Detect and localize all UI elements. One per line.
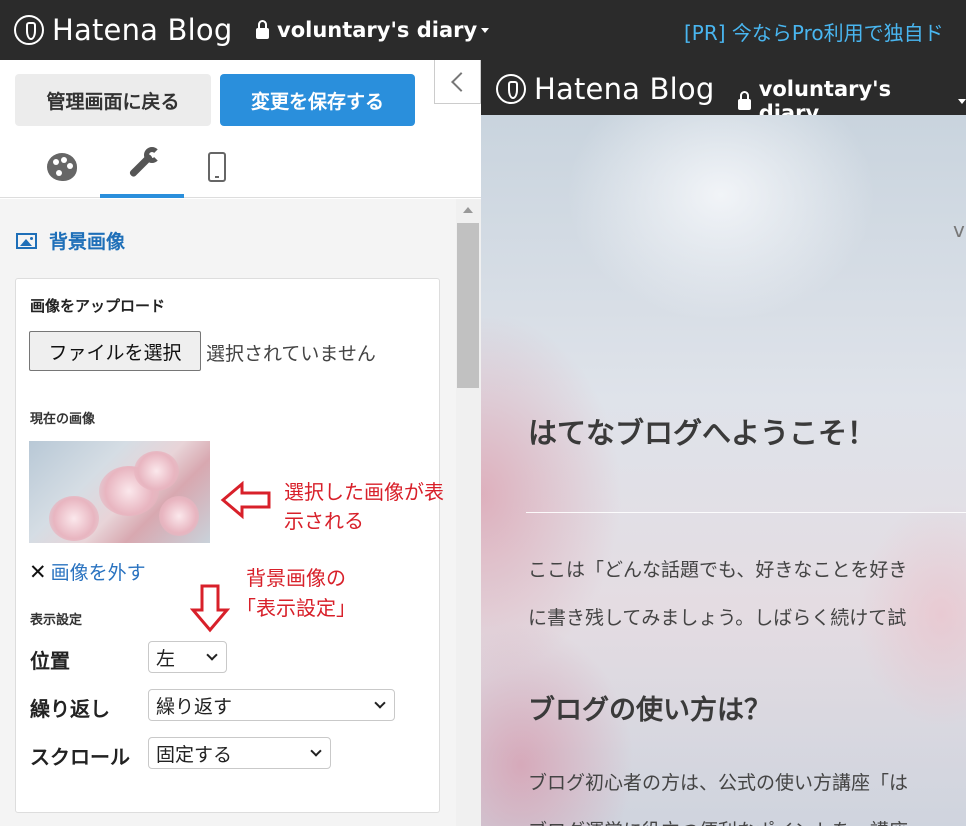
preview-logo-text: Hatena Blog — [534, 72, 715, 106]
choose-file-button[interactable]: ファイルを選択 — [29, 331, 201, 371]
left-arrow-annotation-icon — [220, 480, 271, 520]
preview-background: v はてなブログへようこそ！ ここは「どんな話題でも、好きなことを好き に書き残… — [481, 115, 966, 826]
panel-scrollbar[interactable] — [456, 199, 481, 826]
current-image-label: 現在の画像 — [30, 412, 96, 427]
background-image-card: 画像をアップロード ファイルを選択 選択されていません 現在の画像 ✕ 画像を外… — [15, 278, 440, 813]
pen-nib-icon — [14, 15, 44, 45]
tab-smartphone[interactable] — [175, 136, 259, 198]
chevron-down-icon — [310, 745, 322, 757]
customize-panel: 管理画面に戻る 変更を保存する 背景画像 画像をアップロード ファイルを選択 選… — [0, 60, 481, 826]
close-icon: ✕ — [29, 559, 47, 584]
repeat-value: 繰り返す — [156, 695, 233, 718]
display-settings-label: 表示設定 — [30, 613, 83, 628]
repeat-select[interactable]: 繰り返す — [148, 689, 395, 721]
scrollbar-thumb[interactable] — [457, 223, 479, 388]
blog-preview: Hatena Blog voluntary's diary v はてなブログへよ… — [481, 60, 966, 826]
scroll-label: スクロール — [30, 745, 130, 769]
chevron-down-icon — [206, 649, 218, 661]
background-image-section-header[interactable]: 背景画像 — [16, 227, 125, 254]
display-annotation-line2: 「表示設定」 — [236, 596, 356, 620]
current-image-thumbnail — [29, 441, 210, 543]
image-annotation-line2: 示される — [284, 509, 364, 533]
remove-image-label: 画像を外す — [50, 562, 146, 584]
preview-paragraph-1-line-2: に書き残してみましょう。しばらく続けて試 — [528, 607, 907, 629]
image-annotation-line1: 選択した画像が表 — [284, 480, 444, 504]
preview-divider — [526, 512, 966, 513]
promo-link[interactable]: [PR] 今ならPro利用で独自ド — [684, 17, 944, 46]
save-changes-button[interactable]: 変更を保存する — [220, 74, 415, 126]
blog-selector[interactable]: voluntary's diary — [256, 18, 490, 42]
scroll-value: 固定する — [156, 743, 233, 766]
caret-down-icon — [958, 98, 966, 104]
section-title: 背景画像 — [49, 231, 126, 253]
back-to-admin-button[interactable]: 管理画面に戻る — [15, 74, 211, 126]
image-icon — [16, 232, 37, 249]
preview-entry-title[interactable]: はてなブログへようこそ！ — [528, 410, 876, 452]
blog-name: voluntary's diary — [277, 18, 478, 42]
preview-paragraph-1-line-1: ここは「どんな話題でも、好きなことを好き — [528, 559, 908, 581]
preview-heading-howto: ブログの使い方は？ — [528, 695, 771, 726]
tab-customize[interactable] — [100, 136, 184, 198]
chevron-down-icon — [374, 697, 386, 709]
caret-down-icon — [481, 27, 490, 33]
top-bar: Hatena Blog voluntary's diary [PR] 今ならPr… — [0, 0, 966, 60]
position-label: 位置 — [30, 649, 70, 673]
chevron-left-icon — [450, 71, 471, 92]
scroll-select[interactable]: 固定する — [148, 737, 331, 769]
down-arrow-annotation-icon — [190, 584, 230, 633]
position-value: 左 — [156, 647, 176, 670]
wrench-icon — [124, 147, 160, 183]
scroll-up-arrow-icon[interactable] — [463, 207, 473, 213]
remove-image-link[interactable]: ✕ 画像を外す — [29, 558, 146, 585]
preview-paragraph-2-line-2: ブログ運営に役立つ便利なポイントを、講座 — [528, 816, 908, 826]
lock-icon — [256, 19, 269, 39]
preview-blog-title-fragment: v — [953, 218, 965, 242]
logo-text: Hatena Blog — [52, 13, 233, 47]
tab-design[interactable] — [20, 136, 104, 198]
lock-icon — [738, 90, 751, 110]
pen-nib-icon — [496, 74, 526, 104]
preview-paragraph-2-line-1: ブログ初心者の方は、公式の使い方講座「は — [528, 772, 909, 794]
file-status: 選択されていません — [206, 343, 376, 365]
position-select[interactable]: 左 — [148, 641, 227, 673]
palette-icon — [47, 153, 77, 181]
smartphone-icon — [208, 152, 226, 182]
hatena-blog-logo[interactable]: Hatena Blog — [14, 13, 232, 47]
preview-hatena-blog-logo[interactable]: Hatena Blog — [496, 72, 714, 106]
display-annotation-line1: 背景画像の — [246, 566, 346, 590]
collapse-panel-button[interactable] — [434, 60, 481, 104]
panel-tabs — [0, 136, 481, 198]
preview-top-bar: Hatena Blog voluntary's diary — [481, 60, 966, 125]
repeat-label: 繰り返し — [30, 697, 110, 721]
upload-label: 画像をアップロード — [30, 297, 166, 315]
